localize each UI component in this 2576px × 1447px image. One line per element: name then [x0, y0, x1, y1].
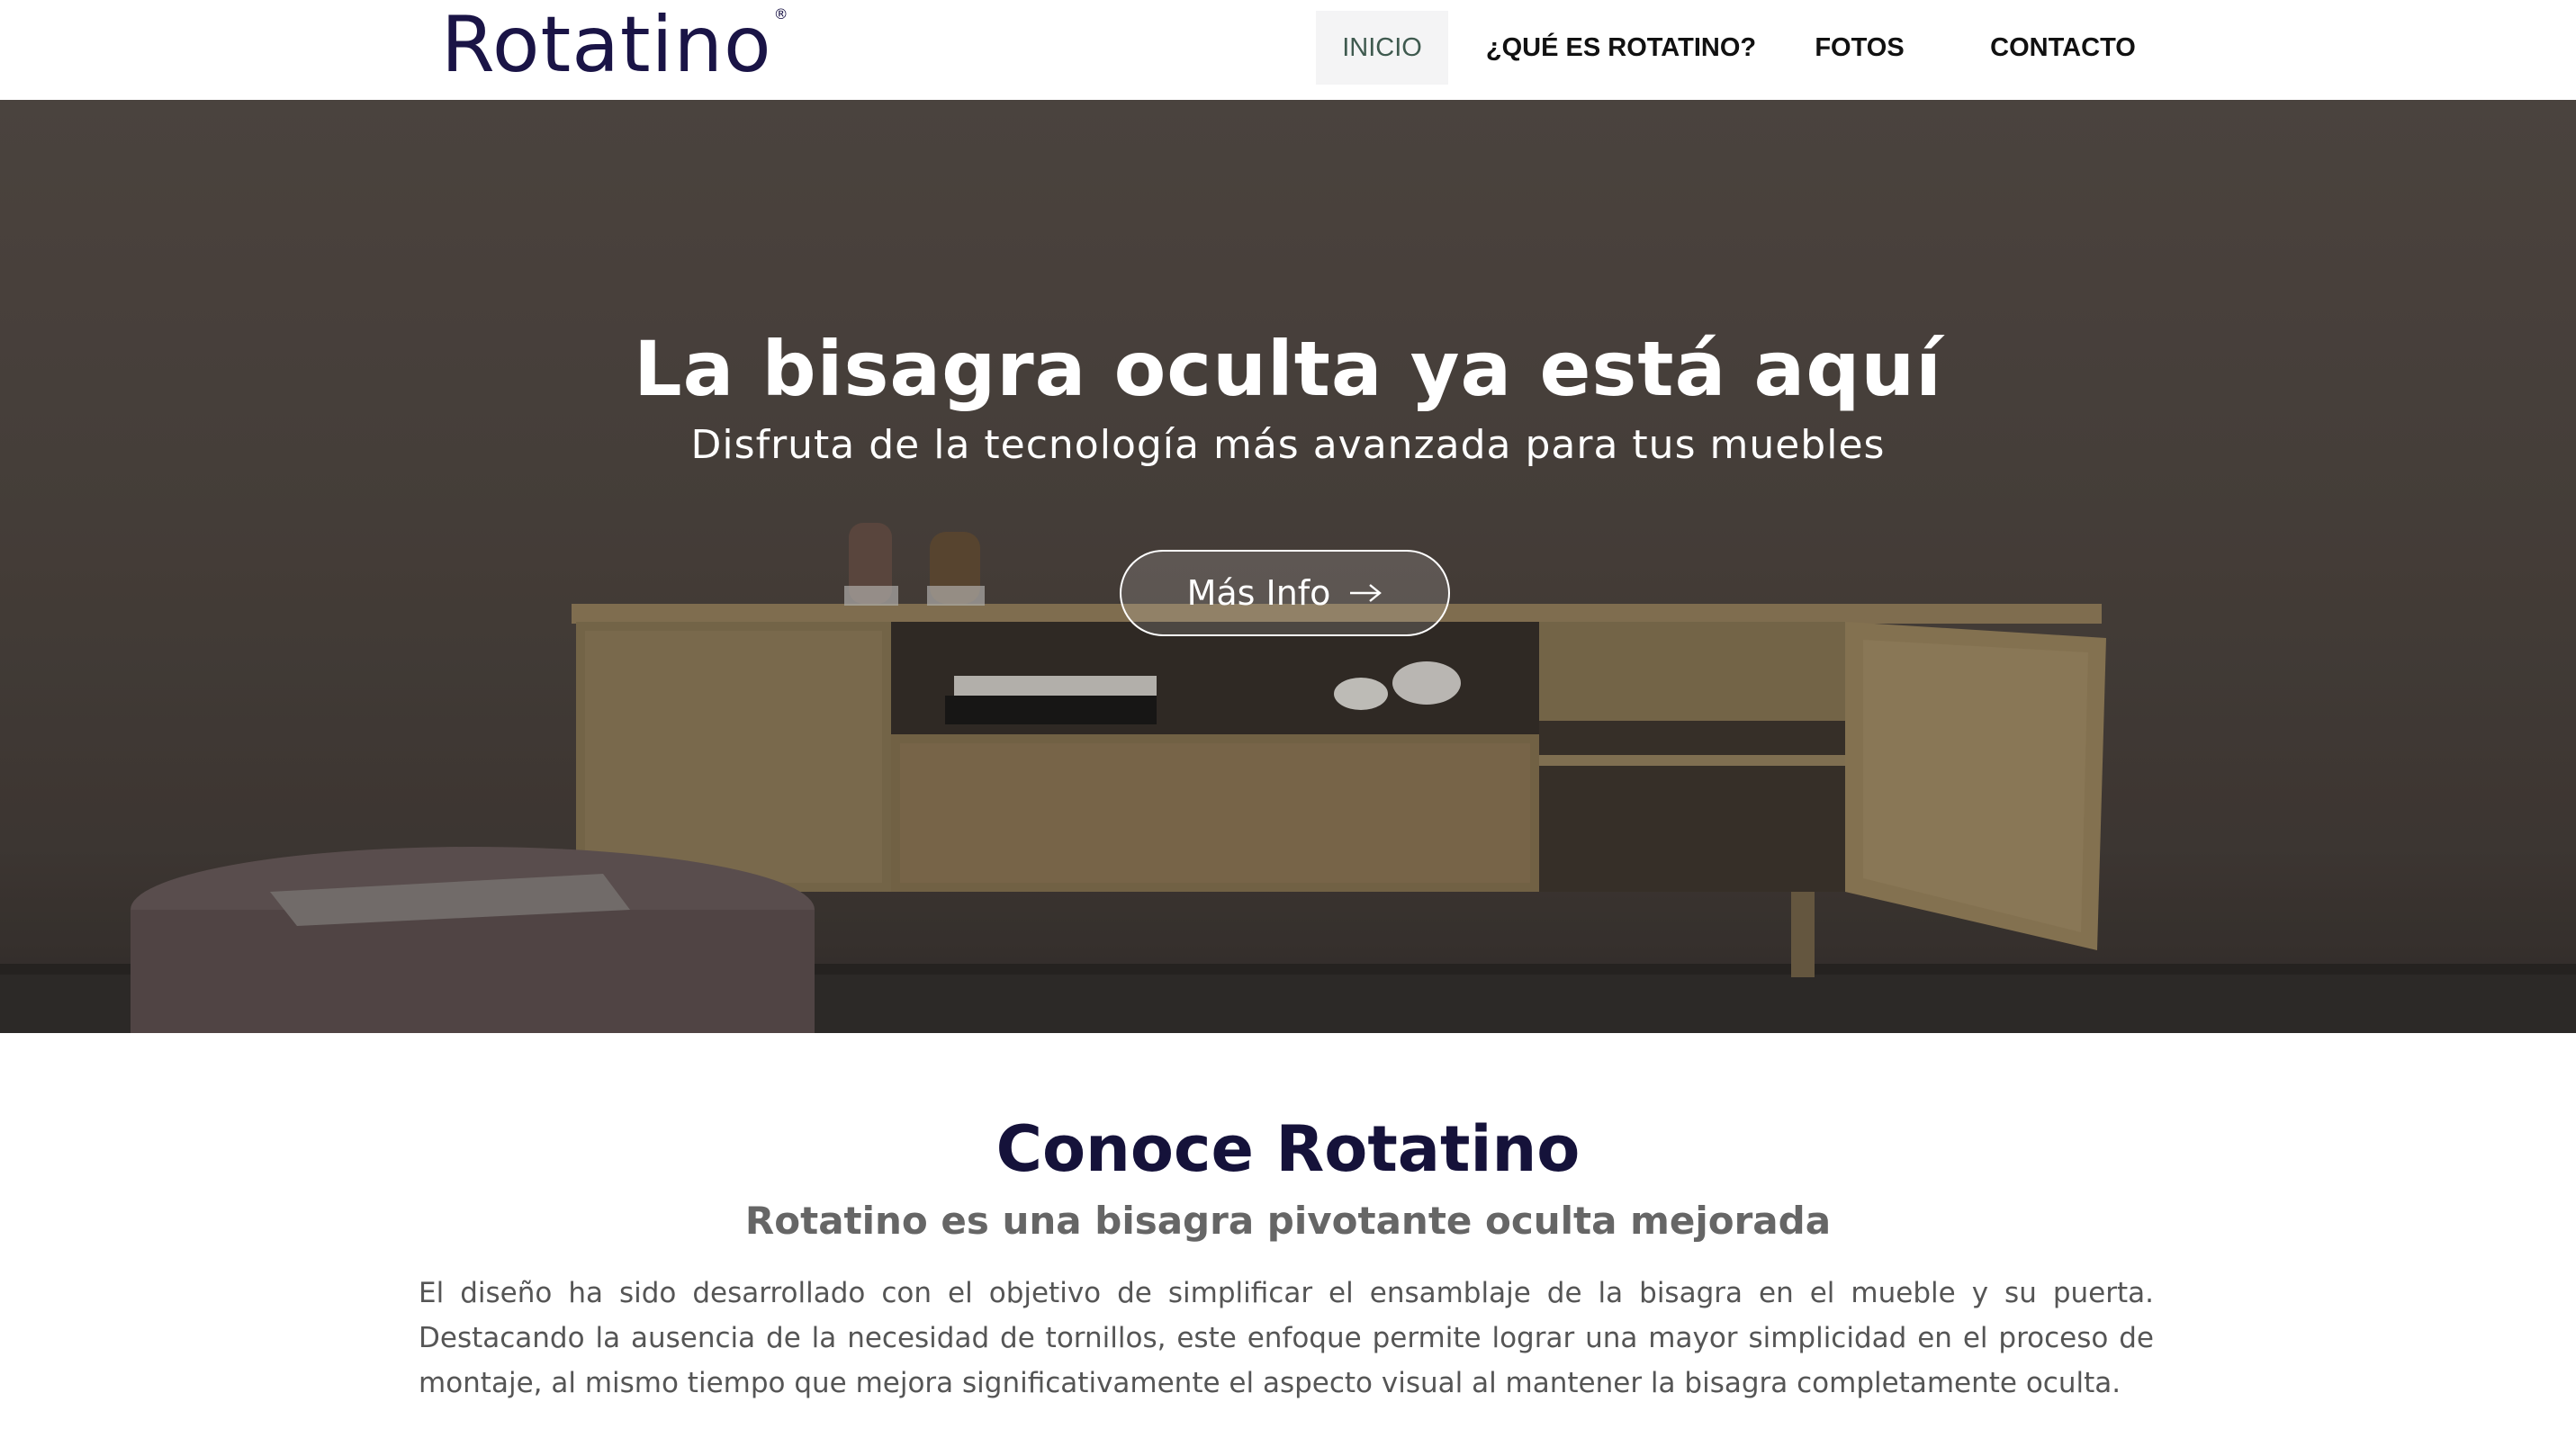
nav-item-fotos[interactable]: FOTOS	[1794, 11, 1925, 85]
registered-mark: ®	[773, 5, 789, 22]
hero-subtitle: Disfruta de la tecnología más avanzada p…	[690, 422, 1886, 468]
logo-text: Rotatino	[441, 0, 772, 90]
about-section: Conoce Rotatino Rotatino es una bisagra …	[0, 1033, 2576, 1447]
mas-info-label: Más Info	[1186, 573, 1331, 613]
nav-item-contacto[interactable]: CONTACTO	[1959, 11, 2167, 85]
hero-title: La bisagra oculta ya está aquí	[634, 325, 1942, 413]
about-description: El diseño ha sido desarrollado con el ob…	[419, 1277, 2154, 1399]
mas-info-button[interactable]: Más Info	[1120, 550, 1450, 636]
site-header: Rotatino ® INICIO ¿QUÉ ES ROTATINO? FOTO…	[0, 0, 2576, 100]
arrow-right-icon	[1350, 584, 1383, 602]
nav-item-inicio[interactable]: INICIO	[1316, 11, 1448, 85]
nav-item-que-es-rotatino[interactable]: ¿QUÉ ES ROTATINO?	[1481, 11, 1761, 85]
about-title: Conoce Rotatino	[995, 1112, 1581, 1186]
brand-logo[interactable]: Rotatino ®	[441, 2, 789, 88]
about-subtitle: Rotatino es una bisagra pivotante oculta…	[744, 1199, 1832, 1243]
hero-banner: La bisagra oculta ya está aquí Disfruta …	[0, 100, 2576, 1033]
